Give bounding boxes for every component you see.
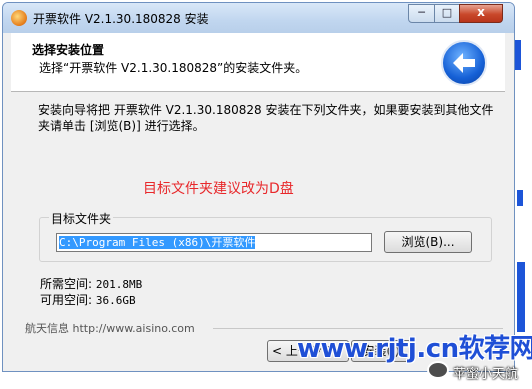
page-header: 选择安装位置 选择“开票软件 V2.1.30.180828”的安装文件夹。 (11, 33, 505, 92)
wechat-icon (427, 361, 449, 379)
app-logo-icon (11, 10, 27, 26)
watermark-account: 苹蜜小天航 (453, 367, 519, 382)
available-space-value: 36.6GB (95, 294, 136, 307)
target-folder-label: 目标文件夹 (49, 210, 114, 227)
maximize-button[interactable]: □ (434, 4, 460, 23)
close-button[interactable]: x (459, 4, 503, 23)
required-space: 所需空间: 201.8MB (40, 275, 142, 292)
brand-footer: 航天信息 http://www.aisino.com (25, 322, 195, 335)
available-space: 可用空间: 36.6GB (40, 291, 136, 308)
window-title: 开票软件 V2.1.30.180828 安装 (33, 12, 209, 26)
installer-window: 开票软件 V2.1.30.180828 安装 ─ □ x 选择安装位置 选择“开… (2, 2, 515, 372)
back-arrow-icon[interactable] (441, 40, 487, 86)
left-arrow-icon (453, 53, 475, 73)
title-bar: 开票软件 V2.1.30.180828 安装 ─ □ x (3, 3, 514, 33)
maximize-icon: □ (441, 6, 453, 19)
watermark-site: www.rjtj.cn软荐网 (297, 334, 532, 364)
required-space-value: 201.8MB (95, 278, 143, 291)
page-subtitle: 选择“开票软件 V2.1.30.180828”的安装文件夹。 (39, 61, 308, 75)
page-title: 选择安装位置 (32, 43, 105, 57)
minimize-icon: ─ (418, 6, 425, 19)
instruction-text: 安装向导将把 开票软件 V2.1.30.180828 安装在下列文件夹，如果要安… (38, 103, 494, 133)
decor-strip (517, 262, 525, 332)
close-icon: x (477, 5, 485, 19)
annotation-note: 目标文件夹建议改为D盘 (143, 181, 294, 197)
decor-strip (515, 40, 521, 70)
minimize-button[interactable]: ─ (408, 4, 435, 23)
install-path-value: C:\Program Files (x86)\开票软件 (59, 236, 256, 249)
decor-strip (517, 190, 523, 206)
required-space-label: 所需空间: (40, 277, 93, 291)
install-path-input[interactable]: C:\Program Files (x86)\开票软件 (56, 233, 372, 252)
available-space-label: 可用空间: (40, 293, 93, 307)
browse-button[interactable]: 浏览(B)... (384, 231, 472, 253)
